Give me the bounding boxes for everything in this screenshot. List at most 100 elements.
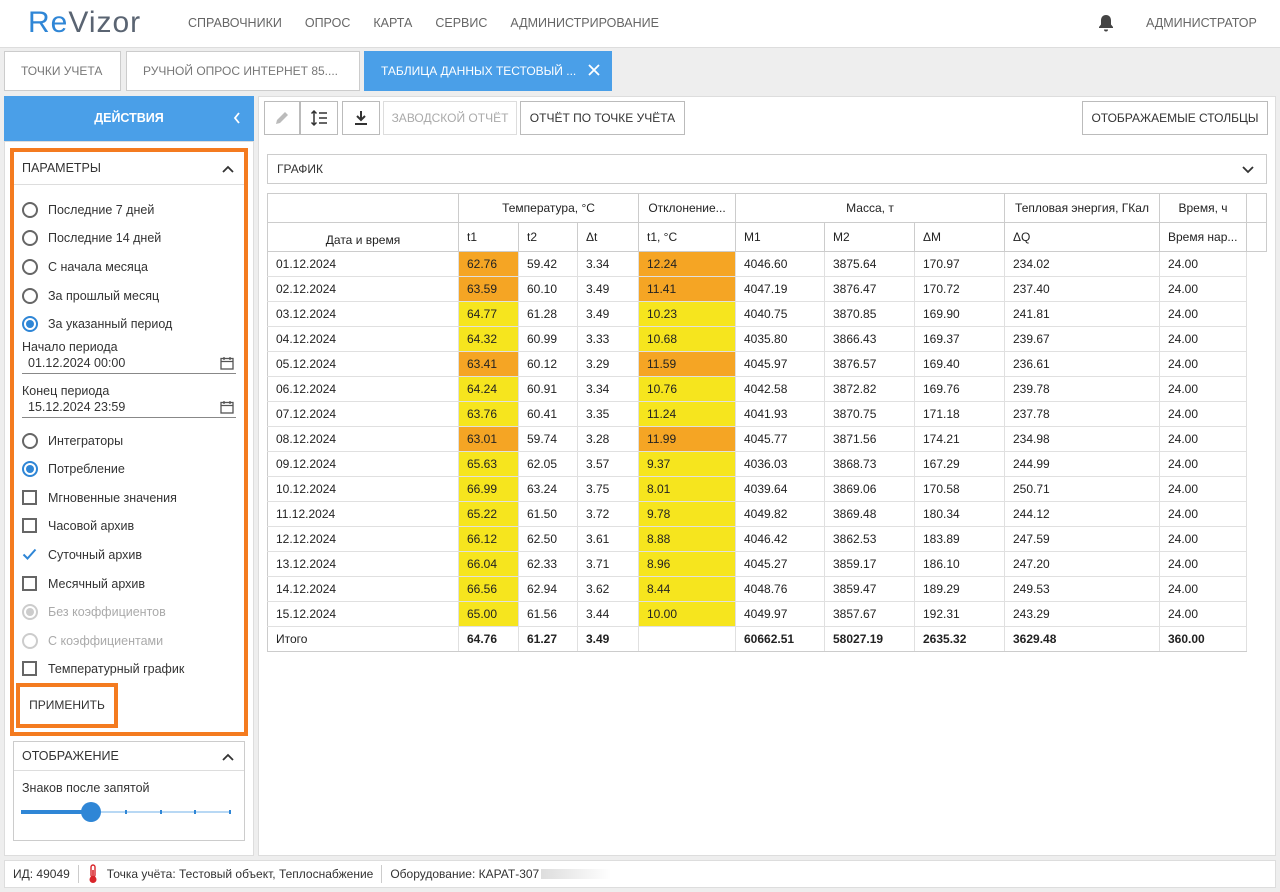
edit-button[interactable] xyxy=(264,101,300,135)
table-row[interactable]: 11.12.2024 65.22 61.50 3.72 9.78 4049.82 3869.… xyxy=(267,501,1267,527)
checkbox-daily-archive[interactable]: Суточный архив xyxy=(22,547,142,562)
nav-service[interactable]: СЕРВИС xyxy=(435,16,487,30)
chevron-down-icon[interactable] xyxy=(1242,166,1254,174)
tab-data-table[interactable]: ТАБЛИЦА ДАННЫХ ТЕСТОВЫЙ ... xyxy=(364,51,612,91)
table-row[interactable]: 02.12.2024 63.59 60.10 3.49 11.41 4047.19 3876… xyxy=(267,276,1267,302)
parameters-header[interactable]: ПАРАМЕТРЫ xyxy=(14,152,244,185)
col-t1[interactable]: t1 xyxy=(458,222,519,252)
table-row[interactable]: 01.12.2024 62.76 59.42 3.34 12.24 4046.60 3875… xyxy=(267,251,1267,277)
table-row[interactable]: 09.12.2024 65.63 62.05 3.57 9.37 4036.03 3868.… xyxy=(267,451,1267,477)
radio-integrators[interactable]: Интеграторы xyxy=(22,433,123,449)
col-t1-deviation[interactable]: t1, °С xyxy=(638,222,736,252)
table-row[interactable]: 12.12.2024 66.12 62.50 3.61 8.88 4046.42 3862.… xyxy=(267,526,1267,552)
cell-m2: 3857.67 xyxy=(824,601,915,627)
sort-button[interactable] xyxy=(300,101,338,135)
table-row[interactable]: 07.12.2024 63.76 60.41 3.35 11.24 4041.93 3870… xyxy=(267,401,1267,427)
cell-t1: 65.00 xyxy=(458,601,519,627)
radio-icon[interactable] xyxy=(22,461,38,477)
cell-spacer xyxy=(1247,327,1267,352)
start-period-input[interactable]: 01.12.2024 00:00 xyxy=(22,354,236,374)
table-row[interactable]: 13.12.2024 66.04 62.33 3.71 8.96 4045.27 3859.… xyxy=(267,551,1267,577)
cell-m2: 3876.47 xyxy=(824,276,915,302)
bell-icon[interactable] xyxy=(1098,14,1114,32)
col-t2[interactable]: t2 xyxy=(518,222,578,252)
decimals-slider-thumb[interactable] xyxy=(81,802,102,822)
user-menu[interactable]: АДМИНИСТРАТОР xyxy=(1146,16,1257,30)
end-period-input[interactable]: 15.12.2024 23:59 xyxy=(22,398,236,418)
point-report-button[interactable]: ОТЧЁТ ПО ТОЧКЕ УЧЁТА xyxy=(520,101,685,135)
radio-icon[interactable] xyxy=(22,316,38,332)
tab-manual-poll[interactable]: РУЧНОЙ ОПРОС ИНТЕРНЕТ 85.... xyxy=(126,51,360,91)
checkbox-icon[interactable] xyxy=(22,661,37,676)
nav-directories[interactable]: СПРАВОЧНИКИ xyxy=(188,16,282,30)
checkbox-icon[interactable] xyxy=(22,576,37,591)
radio-icon[interactable] xyxy=(22,230,38,246)
graph-panel-header[interactable]: ГРАФИК xyxy=(267,154,1267,184)
col-datetime[interactable]: Дата и время xyxy=(267,222,459,252)
cell-dt: 3.34 xyxy=(577,251,639,277)
checkbox-temperature-graph[interactable]: Температурный график xyxy=(22,661,184,676)
table-row[interactable]: 06.12.2024 64.24 60.91 3.34 10.76 4042.58 3872… xyxy=(267,376,1267,402)
header-deviation[interactable]: Отклонение... xyxy=(638,193,736,223)
checkbox-hourly-archive[interactable]: Часовой архив xyxy=(22,518,134,533)
col-dt[interactable]: Δt xyxy=(577,222,639,252)
checkmark-icon[interactable] xyxy=(22,547,37,562)
tab-label: РУЧНОЙ ОПРОС ИНТЕРНЕТ 85.... xyxy=(143,64,338,78)
col-runtime[interactable]: Время нар... xyxy=(1159,222,1247,252)
header-time[interactable]: Время, ч xyxy=(1159,193,1247,223)
option-label: Без коэффициентов xyxy=(48,605,166,619)
displayed-columns-button[interactable]: ОТОБРАЖАЕМЫЕ СТОЛБЦЫ xyxy=(1082,101,1268,135)
radio-last-14-days[interactable]: Последние 14 дней xyxy=(22,230,161,246)
table-row[interactable]: 10.12.2024 66.99 63.24 3.75 8.01 4039.64 3869.… xyxy=(267,476,1267,502)
radio-icon[interactable] xyxy=(22,259,38,275)
checkbox-icon[interactable] xyxy=(22,518,37,533)
download-button[interactable] xyxy=(342,101,380,135)
tab-metering-points[interactable]: ТОЧКИ УЧЕТА xyxy=(4,51,121,91)
header-temperature[interactable]: Температура, °С xyxy=(458,193,639,223)
radio-last-7-days[interactable]: Последние 7 дней xyxy=(22,202,154,218)
nav-administration[interactable]: АДМИНИСТРИРОВАНИЕ xyxy=(510,16,659,30)
col-dq[interactable]: ΔQ xyxy=(1004,222,1160,252)
chevron-left-icon[interactable] xyxy=(232,111,242,125)
radio-icon[interactable] xyxy=(22,288,38,304)
nav-polling[interactable]: ОПРОС xyxy=(305,16,351,30)
radio-consumption[interactable]: Потребление xyxy=(22,461,125,477)
checkbox-monthly-archive[interactable]: Месячный архив xyxy=(22,576,145,591)
radio-icon[interactable] xyxy=(22,202,38,218)
table-row[interactable]: 14.12.2024 66.56 62.94 3.62 8.44 4048.76 3859.… xyxy=(267,576,1267,602)
nav-map[interactable]: КАРТА xyxy=(373,16,412,30)
chevron-up-icon[interactable] xyxy=(222,753,234,761)
chevron-up-icon[interactable] xyxy=(222,165,234,173)
checkbox-instant-values[interactable]: Мгновенные значения xyxy=(22,490,177,505)
cell-t1-deviation: 11.99 xyxy=(638,426,736,452)
cell-dm: 169.40 xyxy=(914,351,1005,377)
table-row[interactable]: 04.12.2024 64.32 60.99 3.33 10.68 4035.80 3866… xyxy=(267,326,1267,352)
factory-report-button[interactable]: ЗАВОДСКОЙ ОТЧЁТ xyxy=(383,101,517,135)
cell-t1: 66.12 xyxy=(458,526,519,552)
radio-icon[interactable] xyxy=(22,433,38,449)
col-dm[interactable]: ΔM xyxy=(914,222,1005,252)
close-icon[interactable] xyxy=(587,63,601,77)
actions-button[interactable]: ДЕЙСТВИЯ xyxy=(4,96,254,141)
radio-custom-period[interactable]: За указанный период xyxy=(22,316,172,332)
radio-month-start[interactable]: С начала месяца xyxy=(22,259,148,275)
display-header[interactable]: ОТОБРАЖЕНИЕ xyxy=(14,742,244,771)
header-mass[interactable]: Масса, т xyxy=(735,193,1005,223)
table-row[interactable]: 15.12.2024 65.00 61.56 3.44 10.00 4049.97 3857… xyxy=(267,601,1267,627)
table-row[interactable]: 08.12.2024 63.01 59.74 3.28 11.99 4045.77 3871… xyxy=(267,426,1267,452)
total-cell-m2: 58027.19 xyxy=(824,626,915,652)
revizor-logo[interactable]: ReVizor xyxy=(28,6,141,40)
calendar-icon[interactable] xyxy=(220,356,234,370)
apply-button[interactable]: ПРИМЕНИТЬ xyxy=(16,683,118,728)
table-row[interactable]: 03.12.2024 64.77 61.28 3.49 10.23 4040.75 3870… xyxy=(267,301,1267,327)
calendar-icon[interactable] xyxy=(220,400,234,414)
table-row[interactable]: 05.12.2024 63.41 60.12 3.29 11.59 4045.97 3876… xyxy=(267,351,1267,377)
header-heat-energy[interactable]: Тепловая энергия, ГКал xyxy=(1004,193,1160,223)
cell-t1: 65.63 xyxy=(458,451,519,477)
radio-last-month[interactable]: За прошлый месяц xyxy=(22,288,159,304)
status-bar: ИД: 49049 Точка учёта: Тестовый объект, … xyxy=(4,860,1276,888)
cell-runtime: 24.00 xyxy=(1159,451,1247,477)
checkbox-icon[interactable] xyxy=(22,490,37,505)
col-m2[interactable]: M2 xyxy=(824,222,915,252)
col-m1[interactable]: M1 xyxy=(735,222,825,252)
